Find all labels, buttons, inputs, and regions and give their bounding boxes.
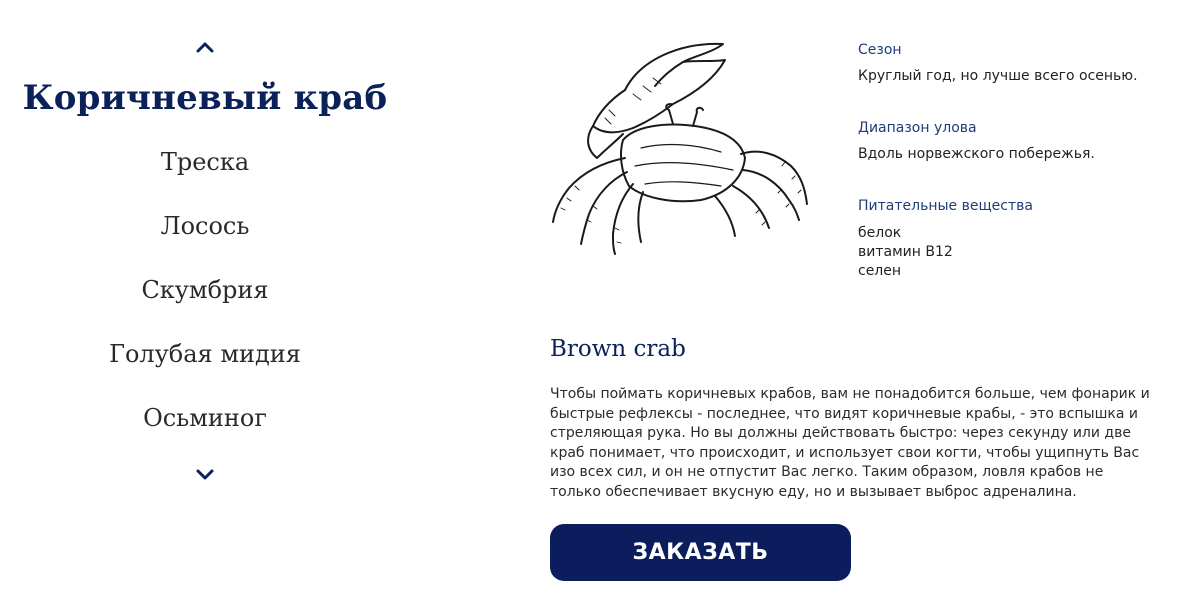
chevron-down-icon[interactable] <box>193 465 217 485</box>
nutrients-label: Питательные вещества <box>858 198 1033 214</box>
nav-item-mackerel[interactable]: Скумбрия <box>0 276 410 304</box>
nav-item-cod[interactable]: Треска <box>0 148 410 176</box>
order-button[interactable]: ЗАКАЗАТЬ <box>550 524 851 581</box>
nutrient-item: белок <box>858 225 902 241</box>
crab-illustration <box>545 38 815 260</box>
product-description: Чтобы поймать коричневых крабов, вам не … <box>550 386 1150 500</box>
catch-range-label: Диапазон улова <box>858 120 977 136</box>
nav-item-octopus[interactable]: Осьминог <box>0 404 410 432</box>
nutrient-item: витамин B12 <box>858 244 953 260</box>
catch-range-block: Диапазон улова Вдоль норвежского побереж… <box>858 120 1168 164</box>
nav-item-blue-mussel[interactable]: Голубая мидия <box>0 340 410 368</box>
fish-nav: Коричневый краб Треска Лосось Скумбрия Г… <box>0 0 410 605</box>
nav-item-salmon[interactable]: Лосось <box>0 212 410 240</box>
season-block: Сезон Круглый год, но лучше всего осенью… <box>858 42 1168 86</box>
season-label: Сезон <box>858 42 902 58</box>
order-button-label: ЗАКАЗАТЬ <box>632 540 769 565</box>
nutrient-item: селен <box>858 263 902 279</box>
catch-range-value: Вдоль норвежского побережья. <box>858 146 1095 162</box>
product-title: Brown crab <box>550 336 686 362</box>
season-value: Круглый год, но лучше всего осенью. <box>858 68 1138 84</box>
active-species-title: Коричневый краб <box>22 78 388 118</box>
nutrients-block: Питательные вещества белок витамин B12 с… <box>858 198 1168 281</box>
chevron-up-icon[interactable] <box>193 37 217 57</box>
